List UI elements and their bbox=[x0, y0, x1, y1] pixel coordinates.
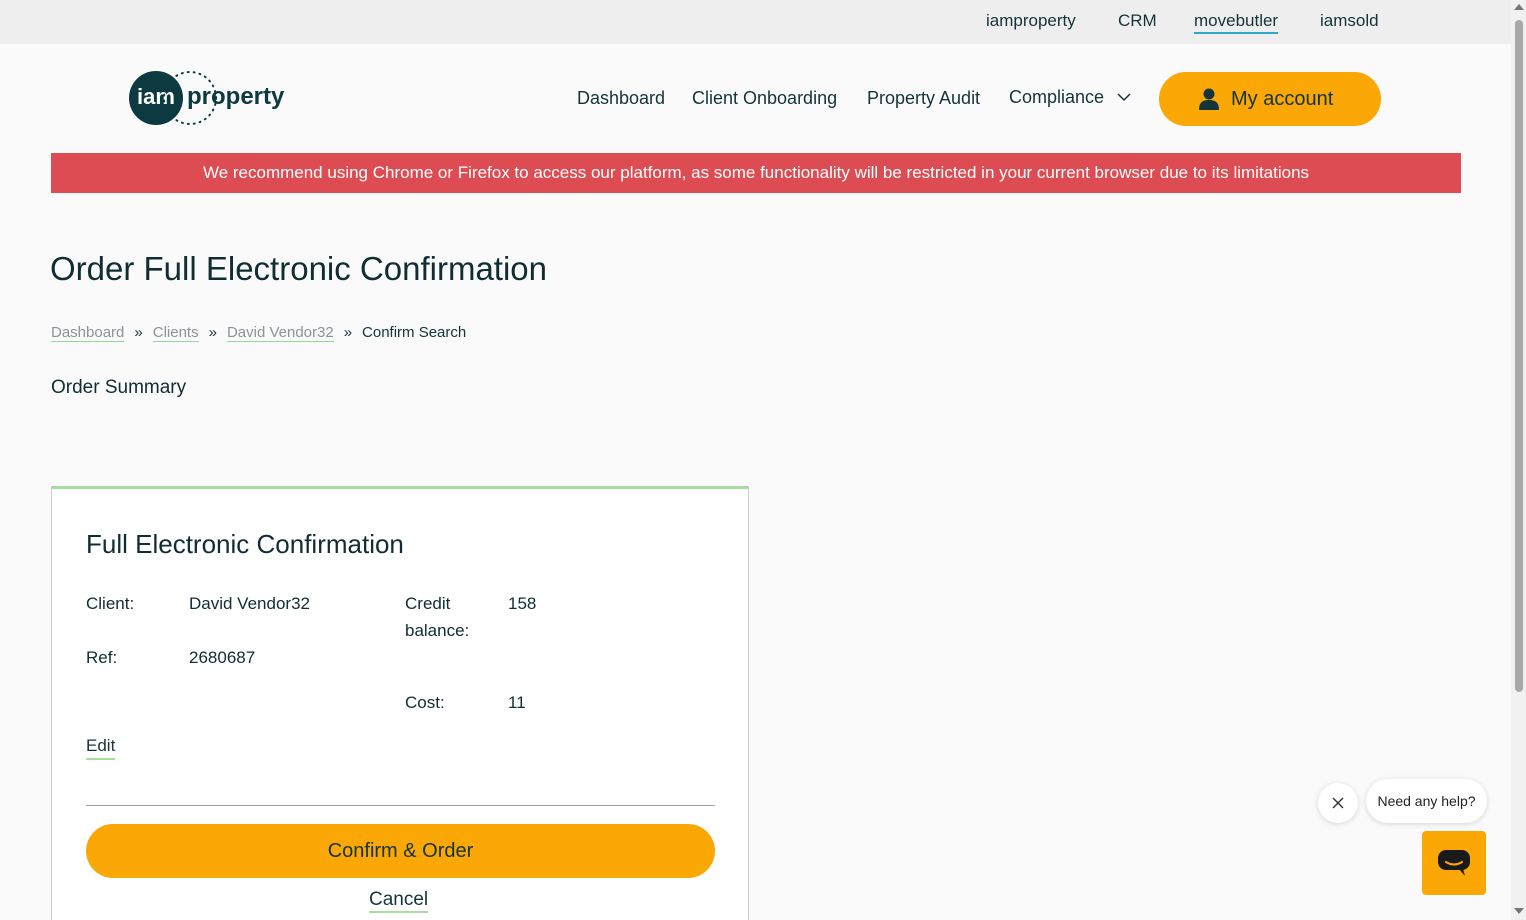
card-title: Full Electronic Confirmation bbox=[86, 529, 404, 559]
order-summary-card: Full Electronic Confirmation Client: Dav… bbox=[51, 486, 749, 920]
nav-property-audit[interactable]: Property Audit bbox=[867, 88, 980, 109]
ref-value: 2680687 bbox=[189, 648, 256, 667]
topbar-link-crm[interactable]: CRM bbox=[1118, 11, 1157, 31]
edit-link[interactable]: Edit bbox=[86, 736, 116, 760]
breadcrumb-separator: » bbox=[343, 324, 353, 341]
credit-balance-label: Credit balance: bbox=[405, 594, 470, 640]
main-header: iam property Dashboard Client Onboarding… bbox=[0, 44, 1511, 153]
scroll-up-icon[interactable] bbox=[1514, 4, 1524, 10]
topbar-link-iamsold[interactable]: iamsold bbox=[1320, 11, 1379, 31]
cancel-link[interactable]: Cancel bbox=[369, 889, 429, 913]
breadcrumb: Dashboard » Clients » David Vendor32 » Confirm… bbox=[51, 324, 467, 342]
scroll-thumb[interactable] bbox=[1515, 20, 1523, 692]
client-label: Client: bbox=[86, 594, 135, 613]
cost-label: Cost: bbox=[405, 693, 445, 712]
user-icon bbox=[1199, 88, 1219, 110]
page-scrollbar[interactable] bbox=[1511, 0, 1526, 920]
logo-text: property bbox=[187, 83, 285, 110]
help-bubble[interactable]: Need any help? bbox=[1366, 779, 1487, 823]
client-value: David Vendor32 bbox=[189, 594, 310, 613]
breadcrumb-separator: » bbox=[208, 324, 217, 341]
confirm-order-button[interactable]: Confirm & Order bbox=[86, 824, 715, 878]
breadcrumb-clients[interactable]: Clients bbox=[152, 324, 199, 342]
breadcrumb-separator: » bbox=[134, 324, 143, 341]
nav-client-onboarding[interactable]: Client Onboarding bbox=[692, 88, 837, 109]
topbar-link-iamproperty[interactable]: iamproperty bbox=[986, 11, 1076, 31]
breadcrumb-client[interactable]: David Vendor32 bbox=[226, 324, 334, 342]
divider bbox=[86, 805, 715, 806]
chat-icon bbox=[1438, 850, 1470, 876]
nav-dashboard[interactable]: Dashboard bbox=[577, 88, 665, 109]
breadcrumb-dashboard[interactable]: Dashboard bbox=[51, 324, 125, 342]
credit-balance-value: 158 bbox=[508, 594, 537, 613]
nav-compliance[interactable]: Compliance bbox=[1009, 87, 1104, 108]
chevron-down-icon[interactable] bbox=[1117, 92, 1131, 102]
my-account-button[interactable]: My account bbox=[1159, 72, 1381, 126]
iamproperty-logo[interactable]: iam property bbox=[129, 71, 299, 127]
top-utility-bar: iamproperty CRM movebutler iamsold bbox=[0, 0, 1511, 44]
close-icon bbox=[1332, 797, 1344, 809]
browser-warning-banner: We recommend using Chrome or Firefox to … bbox=[51, 153, 1461, 193]
topbar-link-movebutler[interactable]: movebutler bbox=[1194, 11, 1279, 34]
order-summary-heading: Order Summary bbox=[51, 377, 187, 398]
breadcrumb-current: Confirm Search bbox=[362, 324, 467, 341]
scroll-down-icon[interactable] bbox=[1514, 908, 1524, 914]
help-close-button[interactable] bbox=[1318, 783, 1358, 823]
ref-label: Ref: bbox=[86, 648, 118, 667]
page-title: Order Full Electronic Confirmation bbox=[50, 250, 547, 287]
my-account-label: My account bbox=[1231, 87, 1334, 110]
chat-launcher-button[interactable] bbox=[1422, 831, 1486, 895]
cost-value: 11 bbox=[508, 693, 526, 712]
